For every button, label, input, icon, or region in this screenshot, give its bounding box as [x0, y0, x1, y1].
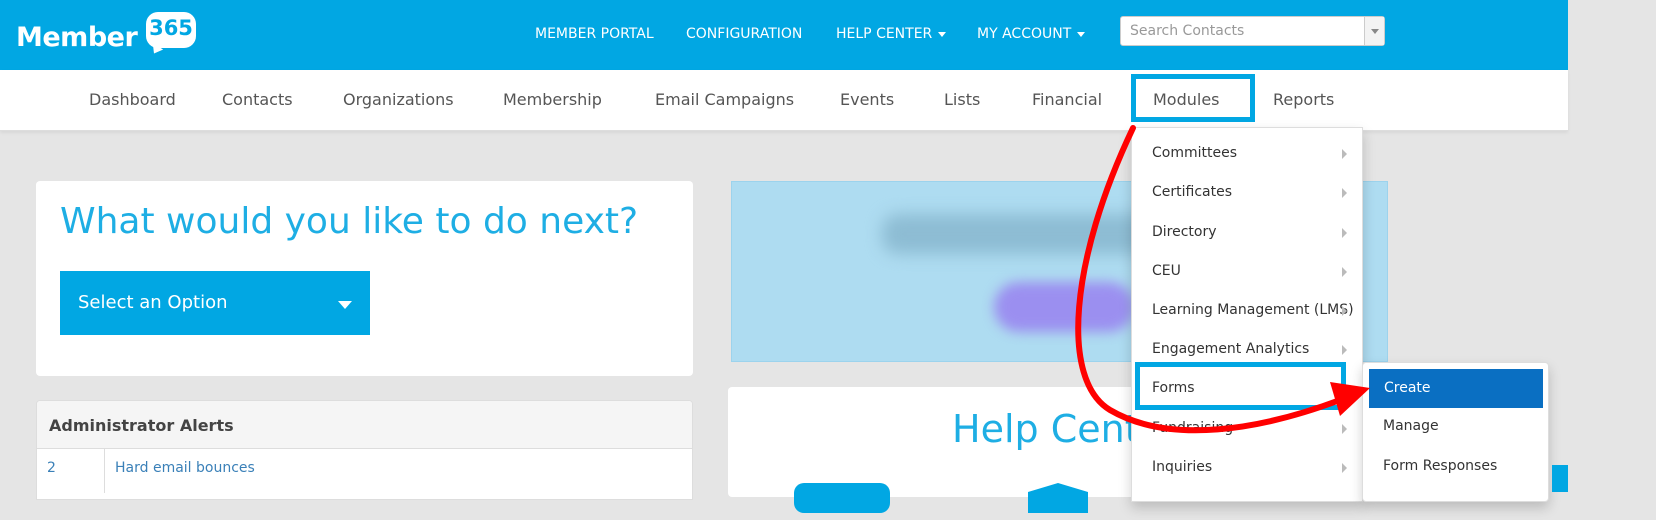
submenu-item-create-label: Create	[1384, 380, 1431, 396]
main-navigation: Dashboard Contacts Organizations Members…	[0, 70, 1568, 131]
nav-membership[interactable]: Membership	[503, 90, 602, 109]
help-center-card: Help Center	[728, 387, 1179, 513]
logo-bubble-icon: 365	[146, 12, 196, 48]
nav-lists[interactable]: Lists	[944, 90, 980, 109]
help-tile-icon	[794, 483, 890, 513]
chevron-right-icon	[1342, 267, 1347, 277]
search-dropdown-icon[interactable]	[1364, 17, 1384, 45]
top-bar: Member 365 MEMBER PORTAL CONFIGURATION H…	[0, 0, 1568, 70]
modules-dropdown: Committees Certificates Directory CEU Le…	[1131, 127, 1363, 502]
chevron-right-icon	[1342, 188, 1347, 198]
chevron-right-icon	[1342, 149, 1347, 159]
nav-email-campaigns[interactable]: Email Campaigns	[655, 90, 794, 109]
submenu-item-form-responses[interactable]: Form Responses	[1383, 458, 1497, 474]
nav-financial[interactable]: Financial	[1032, 90, 1102, 109]
menu-item-lms[interactable]: Learning Management (LMS)	[1152, 302, 1354, 318]
search-contacts	[1120, 16, 1385, 46]
nav-dashboard[interactable]: Dashboard	[89, 90, 176, 109]
next-action-heading: What would you like to do next?	[60, 201, 639, 242]
logo-text: Member	[16, 22, 138, 53]
menu-item-fundraising[interactable]: Fundraising	[1152, 420, 1233, 436]
nav-events[interactable]: Events	[840, 90, 894, 109]
menu-item-ceu[interactable]: CEU	[1152, 263, 1181, 279]
forms-submenu: Create Manage Form Responses	[1362, 362, 1549, 502]
menu-item-inquiries[interactable]: Inquiries	[1152, 459, 1212, 475]
caret-down-icon	[338, 301, 352, 309]
chevron-right-icon	[1342, 345, 1347, 355]
administrator-alerts: Administrator Alerts 2 Hard email bounce…	[36, 400, 693, 500]
help-tile-icon	[1028, 483, 1088, 513]
blurred-promo-text	[882, 214, 1162, 254]
table-row: 2 Hard email bounces	[37, 449, 692, 493]
nav-help-center-label: HELP CENTER	[836, 26, 933, 42]
chevron-right-icon	[1342, 424, 1347, 434]
caret-down-icon	[1077, 31, 1086, 37]
chevron-right-icon	[1342, 463, 1347, 473]
nav-member-portal[interactable]: MEMBER PORTAL	[535, 26, 654, 42]
select-option-label: Select an Option	[78, 292, 228, 313]
nav-my-account-label: MY ACCOUNT	[977, 26, 1072, 42]
nav-organizations[interactable]: Organizations	[343, 90, 454, 109]
logo-number: 365	[149, 16, 193, 40]
search-input[interactable]	[1121, 17, 1365, 45]
caret-down-icon	[938, 31, 947, 37]
submenu-item-manage[interactable]: Manage	[1383, 418, 1439, 434]
nav-help-center[interactable]: HELP CENTER	[836, 26, 947, 42]
menu-item-certificates[interactable]: Certificates	[1152, 184, 1232, 200]
nav-configuration[interactable]: CONFIGURATION	[686, 26, 802, 42]
chevron-right-icon	[1342, 228, 1347, 238]
nav-reports[interactable]: Reports	[1273, 90, 1334, 109]
chevron-right-icon	[1342, 306, 1347, 316]
forms-highlight-box	[1135, 362, 1346, 410]
next-action-card: What would you like to do next? Select a…	[36, 181, 693, 376]
submenu-item-create[interactable]: Create	[1369, 369, 1543, 408]
menu-item-directory[interactable]: Directory	[1152, 224, 1217, 240]
menu-item-engagement-analytics[interactable]: Engagement Analytics	[1152, 341, 1309, 357]
alerts-title: Administrator Alerts	[37, 401, 692, 449]
alert-count[interactable]: 2	[37, 449, 105, 493]
nav-my-account[interactable]: MY ACCOUNT	[977, 26, 1086, 42]
blurred-promo-button[interactable]	[994, 282, 1134, 332]
menu-item-committees[interactable]: Committees	[1152, 145, 1237, 161]
alert-link[interactable]: Hard email bounces	[115, 460, 255, 476]
select-option-dropdown[interactable]: Select an Option	[60, 271, 370, 335]
corner-widget[interactable]	[1552, 465, 1568, 492]
modules-highlight-box	[1131, 74, 1255, 122]
nav-contacts[interactable]: Contacts	[222, 90, 293, 109]
